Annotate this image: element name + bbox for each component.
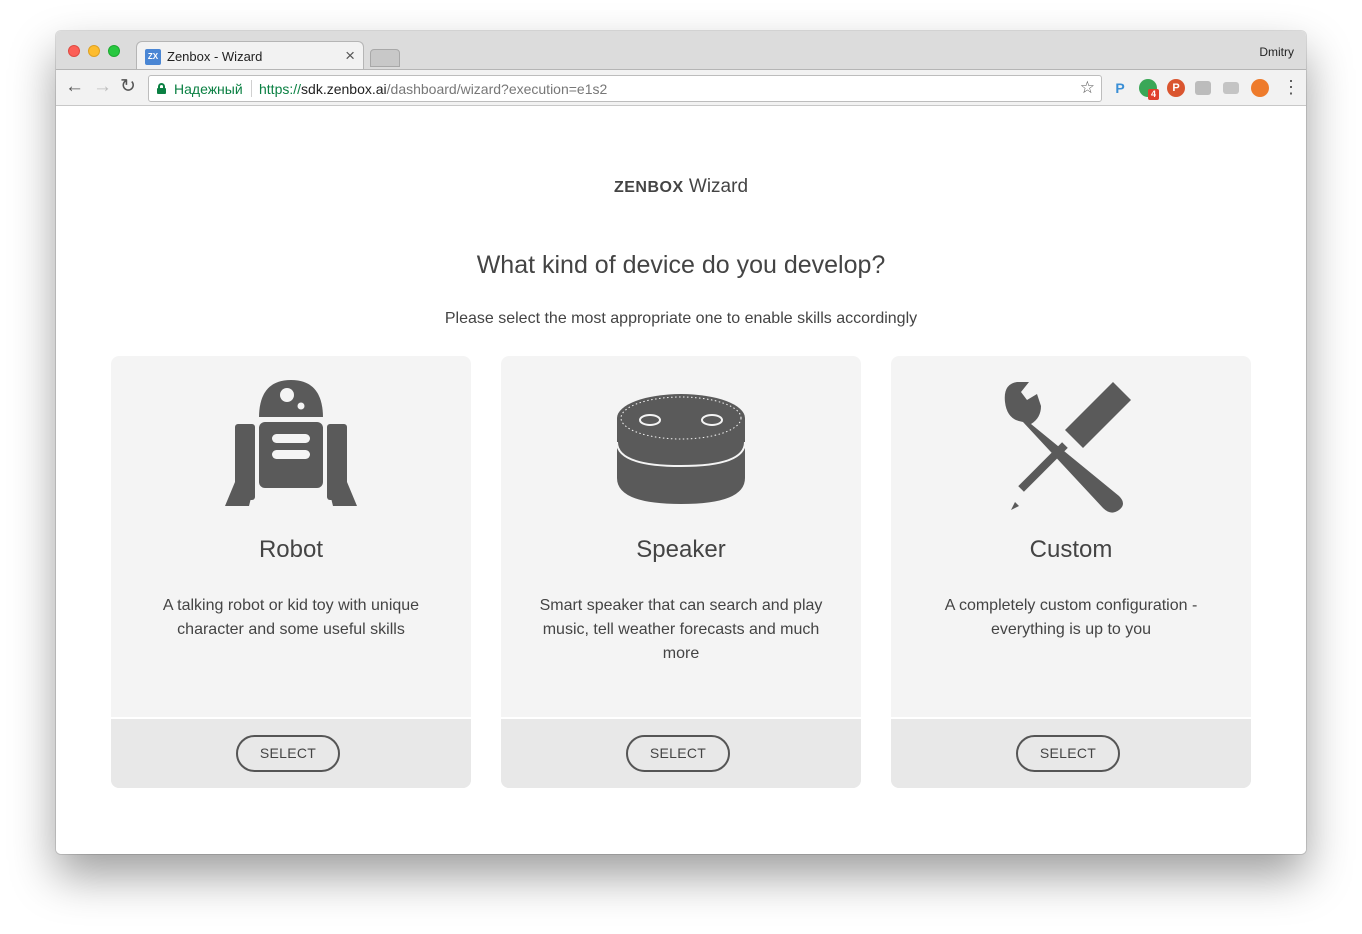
lock-icon[interactable]: [157, 83, 166, 94]
url-host: sdk.zenbox.ai: [301, 81, 387, 97]
device-card-robot: Robot A talking robot or kid toy with un…: [111, 356, 471, 788]
page-title: What kind of device do you develop?: [476, 251, 886, 279]
extension-gray-icon[interactable]: [1223, 82, 1239, 94]
brand-suffix: Wizard: [688, 176, 749, 197]
page-brand: ZENBOX Wizard: [56, 176, 1306, 198]
extension-orange-icon[interactable]: [1251, 79, 1269, 97]
maximize-window-button[interactable]: [108, 45, 120, 57]
card-title: Speaker: [636, 536, 726, 563]
tab-close-icon[interactable]: ×: [345, 46, 355, 66]
card-title: Robot: [258, 536, 324, 563]
url-text[interactable]: https://sdk.zenbox.ai/dashboard/wizard?e…: [259, 81, 607, 97]
select-custom-button[interactable]: SELECT: [1016, 735, 1120, 772]
minimize-window-button[interactable]: [88, 45, 100, 57]
card-footer: SELECT: [111, 717, 471, 788]
profile-name[interactable]: Dmitry: [1259, 45, 1294, 59]
extension-p-icon[interactable]: P: [1111, 79, 1129, 97]
tab-zenbox-wizard[interactable]: ZX Zenbox - Wizard ×: [136, 41, 364, 70]
select-speaker-button[interactable]: SELECT: [626, 735, 730, 772]
address-separator: [251, 80, 252, 97]
extension-product-hunt-icon[interactable]: P: [1167, 79, 1185, 97]
card-description: A completely custom configuration - ever…: [944, 597, 1198, 638]
page-subtitle: Please select the most appropriate one t…: [444, 310, 918, 327]
card-footer: SELECT: [891, 717, 1251, 788]
browser-window: ZX Zenbox - Wizard × Dmitry ← → ↻ Надежн…: [56, 31, 1306, 854]
tab-title: Zenbox - Wizard: [167, 49, 263, 64]
extension-drive-icon[interactable]: [1195, 81, 1211, 95]
card-description: Smart speaker that can search and play m…: [539, 597, 823, 662]
secure-label[interactable]: Надежный: [174, 81, 243, 97]
zenbox-favicon-icon: ZX: [145, 49, 161, 65]
card-description: A talking robot or kid toy with unique c…: [162, 597, 420, 638]
page-content: ZENBOX Wizard What kind of device do you…: [56, 106, 1306, 854]
bookmark-star-icon[interactable]: ☆: [1080, 78, 1095, 98]
url-scheme: https://: [259, 81, 302, 97]
address-bar[interactable]: Надежный https://sdk.zenbox.ai/dashboard…: [148, 75, 1102, 102]
zenbox-logo: ZENBOX: [613, 179, 684, 196]
reload-icon[interactable]: ↻: [120, 77, 136, 97]
new-tab-button[interactable]: [370, 49, 400, 67]
tab-bar: ZX Zenbox - Wizard × Dmitry: [56, 31, 1306, 70]
speaker-icon: [616, 394, 746, 504]
device-card-custom: Custom A completely custom configuration…: [891, 356, 1251, 788]
extension-badge: 4: [1148, 89, 1160, 100]
forward-arrow-icon[interactable]: →: [93, 77, 112, 97]
device-card-speaker: Speaker Smart speaker that can search an…: [501, 356, 861, 788]
url-path: /dashboard/wizard?execution=e1s2: [386, 81, 608, 97]
card-title: Custom: [1029, 536, 1113, 563]
back-arrow-icon[interactable]: ←: [65, 77, 84, 97]
robot-icon: [225, 380, 357, 506]
card-footer: SELECT: [501, 717, 861, 788]
browser-menu-icon[interactable]: ⋮: [1282, 77, 1300, 97]
browser-toolbar: ← → ↻ Надежный https://sdk.zenbox.ai/das…: [56, 69, 1306, 106]
close-window-button[interactable]: [68, 45, 80, 57]
select-robot-button[interactable]: SELECT: [236, 735, 340, 772]
tools-icon: [1004, 382, 1131, 513]
